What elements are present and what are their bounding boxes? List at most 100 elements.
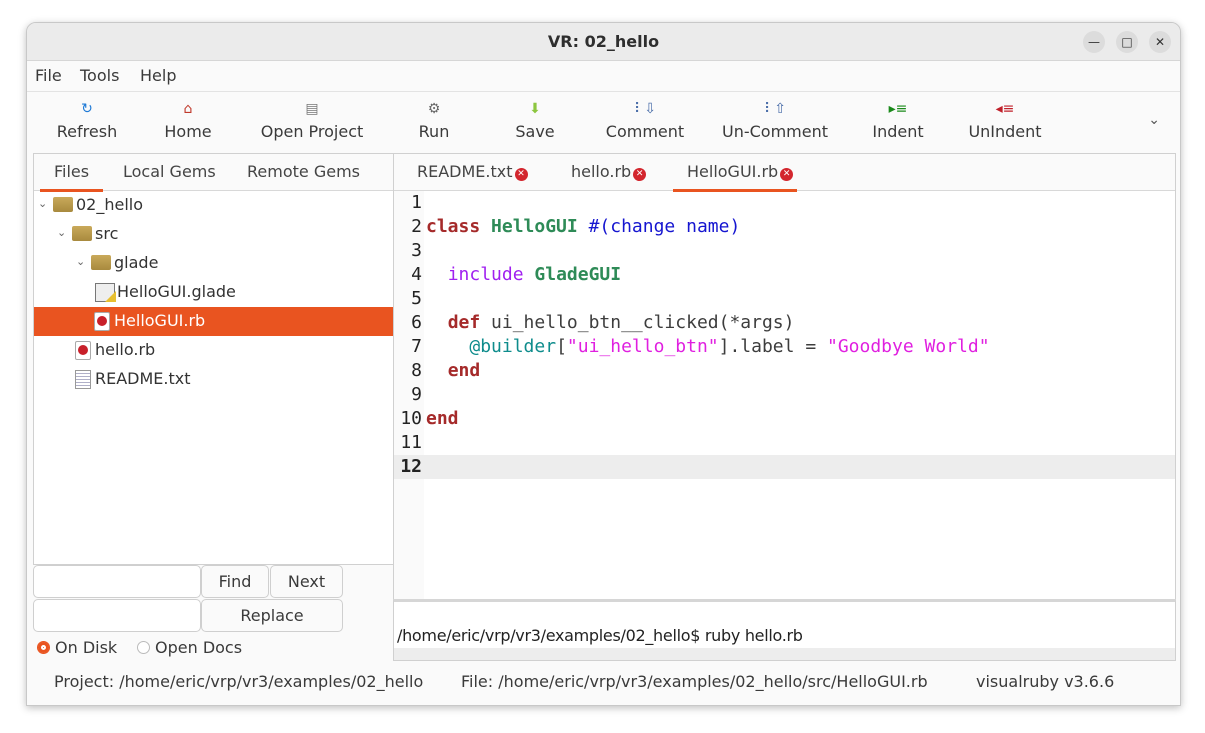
terminal-panel[interactable]: /home/eric/vrp/vr3/examples/02_hello$ ru… [393, 599, 1176, 661]
code-line[interactable]: 2 class HelloGUI #(change name) [394, 215, 1175, 239]
code-token: class [426, 216, 481, 237]
tree-item-label: HelloGUI.rb [114, 311, 206, 330]
folder-icon [91, 255, 111, 270]
editor-tab-readme[interactable]: README.txt ✕ [417, 162, 528, 181]
editor-tab-hellogui-rb[interactable]: HelloGUI.rb ✕ [672, 162, 798, 192]
toolbar-open-project-button[interactable]: ▤ Open Project [252, 98, 372, 141]
code-token: def [447, 312, 481, 333]
code-line[interactable]: 5 [394, 287, 1175, 311]
toolbar-label: Indent [872, 122, 924, 141]
close-button[interactable]: ✕ [1149, 31, 1171, 53]
tree-item-label: src [95, 224, 119, 243]
status-version: visualruby v3.6.6 [976, 672, 1115, 691]
glade-file-icon [95, 283, 116, 302]
toolbar-label: Home [164, 122, 212, 141]
line-number: 7 [411, 336, 422, 357]
code-line[interactable]: 3 [394, 239, 1175, 263]
radio-open-docs[interactable]: Open Docs [137, 638, 242, 657]
code-line[interactable]: 8 end [394, 359, 1175, 383]
expander-chevron-icon[interactable]: ⌄ [38, 197, 47, 210]
code-line[interactable]: 7 @builder["ui_hello_btn"].label = "Good… [394, 335, 1175, 359]
code-token: end [447, 360, 481, 381]
uncomment-icon: ⠇⇧ [764, 101, 786, 117]
status-bar: Project: /home/eric/vrp/vr3/examples/02_… [27, 665, 1180, 705]
code-line[interactable]: 11 [394, 431, 1175, 455]
tree-item[interactable]: README.txt [34, 365, 393, 394]
code-line[interactable]: 6 def ui_hello_btn__clicked(*args) [394, 311, 1175, 335]
menu-file[interactable]: File [35, 66, 62, 85]
menu-tools[interactable]: Tools [80, 66, 119, 85]
find-input[interactable] [33, 565, 201, 598]
toolbar-label: UnIndent [968, 122, 1042, 141]
replace-input[interactable] [33, 599, 201, 632]
menu-bar: File Tools Help [27, 61, 1180, 92]
terminal-scrollbar[interactable] [394, 648, 1175, 660]
tree-item[interactable]: HelloGUI.rb [34, 307, 393, 336]
close-tab-icon[interactable]: ✕ [633, 168, 647, 181]
expander-chevron-icon[interactable]: ⌄ [57, 226, 66, 239]
folder-icon [53, 197, 73, 212]
radio-unchecked-icon [137, 641, 150, 654]
terminal-output: /home/eric/vrp/vr3/examples/02_hello$ ru… [397, 626, 803, 645]
toolbar-label: Open Project [260, 122, 364, 141]
next-button[interactable]: Next [270, 565, 343, 598]
replace-button[interactable]: Replace [201, 599, 343, 632]
title-bar: VR: 02_hello — □ ✕ [27, 23, 1180, 61]
code-text: class HelloGUI #(change name) [422, 216, 740, 237]
close-tab-icon[interactable]: ✕ [514, 168, 528, 181]
code-line[interactable]: 4 include GladeGUI [394, 263, 1175, 287]
tree-item[interactable]: ⌄ 02_hello [34, 191, 393, 220]
tree-item-label: glade [114, 253, 159, 272]
status-file: File: /home/eric/vrp/vr3/examples/02_hel… [461, 672, 928, 691]
toolbar-overflow-chevron-icon[interactable]: ⌄ [1148, 112, 1160, 128]
radio-label: On Disk [55, 638, 118, 657]
toolbar-un-comment-button[interactable]: ⠇⇧ Un-Comment [715, 98, 835, 141]
find-button[interactable]: Find [201, 565, 269, 598]
minimize-button[interactable]: — [1083, 31, 1105, 53]
tree-item[interactable]: hello.rb [34, 336, 393, 365]
tab-label: HelloGUI.rb [687, 162, 779, 181]
tab-remote-gems[interactable]: Remote Gems [247, 162, 360, 181]
tab-files[interactable]: Files [39, 162, 104, 192]
code-line[interactable]: 9 [394, 383, 1175, 407]
editor-tabs: README.txt ✕ hello.rb ✕ HelloGUI.rb ✕ [394, 154, 1175, 192]
menu-help[interactable]: Help [140, 66, 176, 85]
toolbar-home-button[interactable]: ⌂ Home [128, 98, 248, 141]
radio-on-disk[interactable]: On Disk [37, 638, 117, 657]
status-project: Project: /home/eric/vrp/vr3/examples/02_… [54, 672, 424, 691]
radio-label: Open Docs [155, 638, 243, 657]
tree-item[interactable]: ⌄ src [34, 220, 393, 249]
code-editor[interactable]: README.txt ✕ hello.rb ✕ HelloGUI.rb ✕ 1 2 cla… [393, 153, 1176, 601]
code-line[interactable]: 12 [394, 455, 1175, 479]
tab-label: hello.rb [571, 162, 632, 181]
line-number: 3 [411, 240, 422, 261]
toolbar-unindent-button[interactable]: ◂≡ UnIndent [945, 98, 1065, 141]
tree-item-label: HelloGUI.glade [117, 282, 236, 301]
tree-item[interactable]: ⌄ glade [34, 249, 393, 278]
code-line[interactable]: 1 [394, 191, 1175, 215]
tab-local-gems[interactable]: Local Gems [123, 162, 216, 181]
open-project-icon: ▤ [305, 101, 319, 117]
text-file-icon [75, 370, 91, 389]
code-token: include [447, 264, 524, 285]
code-line[interactable]: 10 end [394, 407, 1175, 431]
close-tab-icon[interactable]: ✕ [780, 168, 794, 181]
toolbar-save-button[interactable]: ⬇ Save [475, 98, 595, 141]
expander-chevron-icon[interactable]: ⌄ [76, 255, 85, 268]
code-area[interactable]: 1 2 class HelloGUI #(change name) 3 4 includ… [394, 191, 1175, 479]
ruby-file-icon [75, 341, 91, 360]
maximize-button[interactable]: □ [1116, 31, 1138, 53]
editor-tab-hello-rb[interactable]: hello.rb ✕ [571, 162, 647, 181]
toolbar-comment-button[interactable]: ⠇⇩ Comment [585, 98, 705, 141]
comment-icon: ⠇⇩ [634, 101, 656, 117]
tree-item[interactable]: HelloGUI.glade [34, 278, 393, 307]
toolbar-indent-button[interactable]: ▸≡ Indent [838, 98, 958, 141]
toolbar-label: Run [418, 122, 450, 141]
